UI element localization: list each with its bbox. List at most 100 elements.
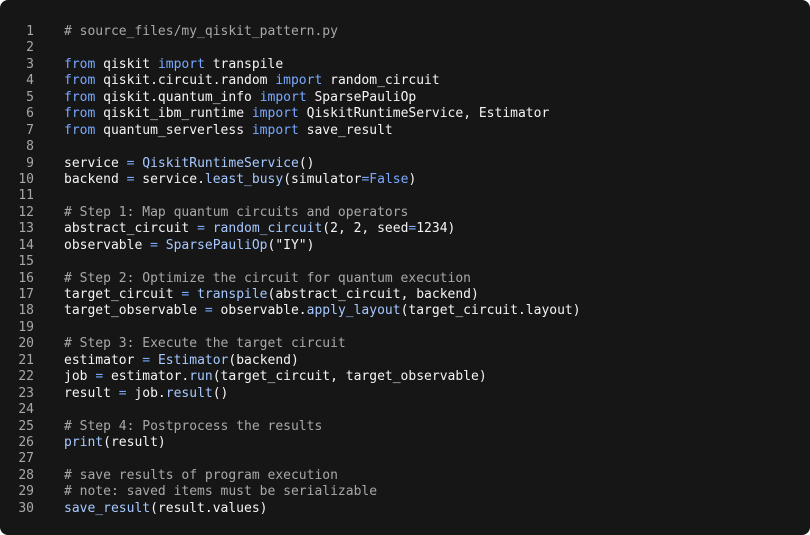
line-number: 7 xyxy=(26,122,34,138)
line-number: 15 xyxy=(18,254,34,270)
comment-token: # Step 3: Execute the target circuit xyxy=(64,336,346,352)
code-token: service. xyxy=(134,171,205,187)
code-line[interactable]: 2 xyxy=(0,40,810,56)
code-line[interactable]: 25 # Step 4: Postprocess the results xyxy=(0,419,810,435)
line-number: 8 xyxy=(26,139,34,155)
code-line[interactable]: 1 # source_files/my_qiskit_pattern.py xyxy=(0,24,810,40)
keyword-token: from xyxy=(64,73,96,89)
code-line[interactable]: 12 # Step 1: Map quantum circuits and ope… xyxy=(0,205,810,221)
code-line[interactable]: 8 xyxy=(0,139,810,155)
code-line[interactable]: 30 save_result(result.values) xyxy=(0,501,810,517)
code-line[interactable]: 20 # Step 3: Execute the target circuit xyxy=(0,336,810,352)
code-text[interactable]: # Step 4: Postprocess the results xyxy=(64,419,322,435)
code-token: (result.values) xyxy=(150,500,268,516)
code-line[interactable]: 9 service = QiskitRuntimeService() xyxy=(0,156,810,172)
code-line[interactable]: 26 print(result) xyxy=(0,435,810,451)
code-token: observable. xyxy=(212,303,307,319)
code-text[interactable]: from qiskit.circuit.random import random… xyxy=(64,73,440,89)
code-token: QiskitRuntimeService, Estimator xyxy=(298,106,550,122)
code-line[interactable]: 14 observable = SparsePauliOp("IY") xyxy=(0,238,810,254)
line-number: 4 xyxy=(26,73,34,89)
code-token: (simulator xyxy=(283,171,362,187)
code-text[interactable]: abstract_circuit = random_circuit(2, 2, … xyxy=(64,221,455,237)
code-token: estimator. xyxy=(103,369,190,385)
comment-token: # save results of program execution xyxy=(64,467,338,483)
code-line[interactable]: 29 # note: saved items must be serializab… xyxy=(0,484,810,500)
code-text[interactable]: # note: saved items must be serializable xyxy=(64,484,377,500)
code-line[interactable]: 5 from qiskit.quantum_info import SparseP… xyxy=(0,90,810,106)
code-line[interactable]: 6 from qiskit_ibm_runtime import QiskitRu… xyxy=(0,106,810,122)
line-number: 17 xyxy=(18,287,34,302)
code-text[interactable]: save_result(result.values) xyxy=(64,501,268,517)
code-text[interactable]: target_circuit = transpile(abstract_circ… xyxy=(64,287,479,303)
line-number: 2 xyxy=(26,40,34,56)
line-number: 21 xyxy=(18,352,34,368)
code-line[interactable]: 28 # save results of program execution xyxy=(0,468,810,484)
keyword-token: from xyxy=(64,106,96,122)
code-line[interactable]: 7 from quantum_serverless import save_res… xyxy=(0,123,810,139)
code-token: ("IY") xyxy=(267,237,315,253)
keyword-token: import xyxy=(157,56,205,72)
line-number: 22 xyxy=(18,369,34,385)
code-line[interactable]: 11 xyxy=(0,188,810,204)
code-text[interactable]: target_observable = observable.apply_lay… xyxy=(64,303,581,319)
code-line[interactable]: 17 target_circuit = transpile(abstract_ci… xyxy=(0,287,810,303)
code-editor[interactable]: 1 # source_files/my_qiskit_pattern.py 2 3 fr… xyxy=(0,0,810,535)
code-token: qiskit.quantum_info xyxy=(95,89,260,105)
function-token: transpile xyxy=(197,287,268,302)
code-line[interactable]: 24 xyxy=(0,402,810,418)
code-line[interactable]: 21 estimator = Estimator(backend) xyxy=(0,353,810,369)
code-token: abstract_circuit xyxy=(64,221,198,237)
keyword-token: from xyxy=(64,122,96,138)
code-text[interactable]: from qiskit.quantum_info import SparsePa… xyxy=(64,90,416,106)
line-number: 30 xyxy=(18,500,34,516)
code-text[interactable]: print(result) xyxy=(64,435,166,451)
comment-token: # note: saved items must be serializable xyxy=(64,484,378,500)
function-token: least_busy xyxy=(204,171,284,187)
code-line[interactable]: 15 xyxy=(0,254,810,270)
code-token: observable xyxy=(64,237,151,253)
code-text[interactable]: service = QiskitRuntimeService() xyxy=(64,156,314,172)
keyword-token: = xyxy=(197,221,205,237)
code-line[interactable]: 10 backend = service.least_busy(simulator… xyxy=(0,172,810,188)
code-line[interactable]: 23 result = job.result() xyxy=(0,386,810,402)
code-line[interactable]: 18 target_observable = observable.apply_l… xyxy=(0,303,810,319)
line-number: 5 xyxy=(26,89,34,105)
code-text[interactable]: # Step 1: Map quantum circuits and opera… xyxy=(64,205,408,221)
code-text[interactable]: # save results of program execution xyxy=(64,468,338,484)
keyword-token: import xyxy=(275,73,323,89)
code-token: qiskit xyxy=(95,56,158,72)
line-number: 14 xyxy=(18,237,34,253)
code-token: (2, 2, seed xyxy=(322,221,409,237)
code-text[interactable]: from qiskit import transpile xyxy=(64,57,283,73)
code-token: (backend) xyxy=(228,352,299,368)
code-line[interactable]: 16 # Step 2: Optimize the circuit for qua… xyxy=(0,271,810,287)
code-token: (result) xyxy=(103,434,166,450)
code-text[interactable]: estimator = Estimator(backend) xyxy=(64,353,299,369)
code-text[interactable]: # Step 3: Execute the target circuit xyxy=(64,336,346,352)
code-line[interactable]: 4 from qiskit.circuit.random import rando… xyxy=(0,73,810,89)
line-number: 20 xyxy=(18,336,34,352)
code-text[interactable]: observable = SparsePauliOp("IY") xyxy=(64,238,314,254)
code-line[interactable]: 27 xyxy=(0,451,810,467)
code-line[interactable]: 22 job = estimator.run(target_circuit, ta… xyxy=(0,369,810,385)
code-text[interactable]: from quantum_serverless import save_resu… xyxy=(64,123,393,139)
keyword-token: from xyxy=(64,56,96,72)
line-number: 27 xyxy=(18,451,34,467)
code-token: (abstract_circuit, backend) xyxy=(267,287,479,302)
code-text[interactable]: # source_files/my_qiskit_pattern.py xyxy=(64,24,338,40)
code-text[interactable]: from qiskit_ibm_runtime import QiskitRun… xyxy=(64,106,549,122)
code-text[interactable]: backend = service.least_busy(simulator=F… xyxy=(64,172,416,188)
code-text[interactable]: result = job.result() xyxy=(64,386,228,402)
code-token: () xyxy=(298,155,315,171)
code-line[interactable]: 13 abstract_circuit = random_circuit(2, 2… xyxy=(0,221,810,237)
keyword-token: = xyxy=(204,303,213,319)
code-text[interactable]: # Step 2: Optimize the circuit for quant… xyxy=(64,271,471,287)
code-line[interactable]: 19 xyxy=(0,320,810,336)
function-token: Estimator xyxy=(157,352,229,368)
code-text[interactable]: job = estimator.run(target_circuit, targ… xyxy=(64,369,487,385)
code-line[interactable]: 3 from qiskit import transpile xyxy=(0,57,810,73)
function-token: run xyxy=(189,369,213,385)
